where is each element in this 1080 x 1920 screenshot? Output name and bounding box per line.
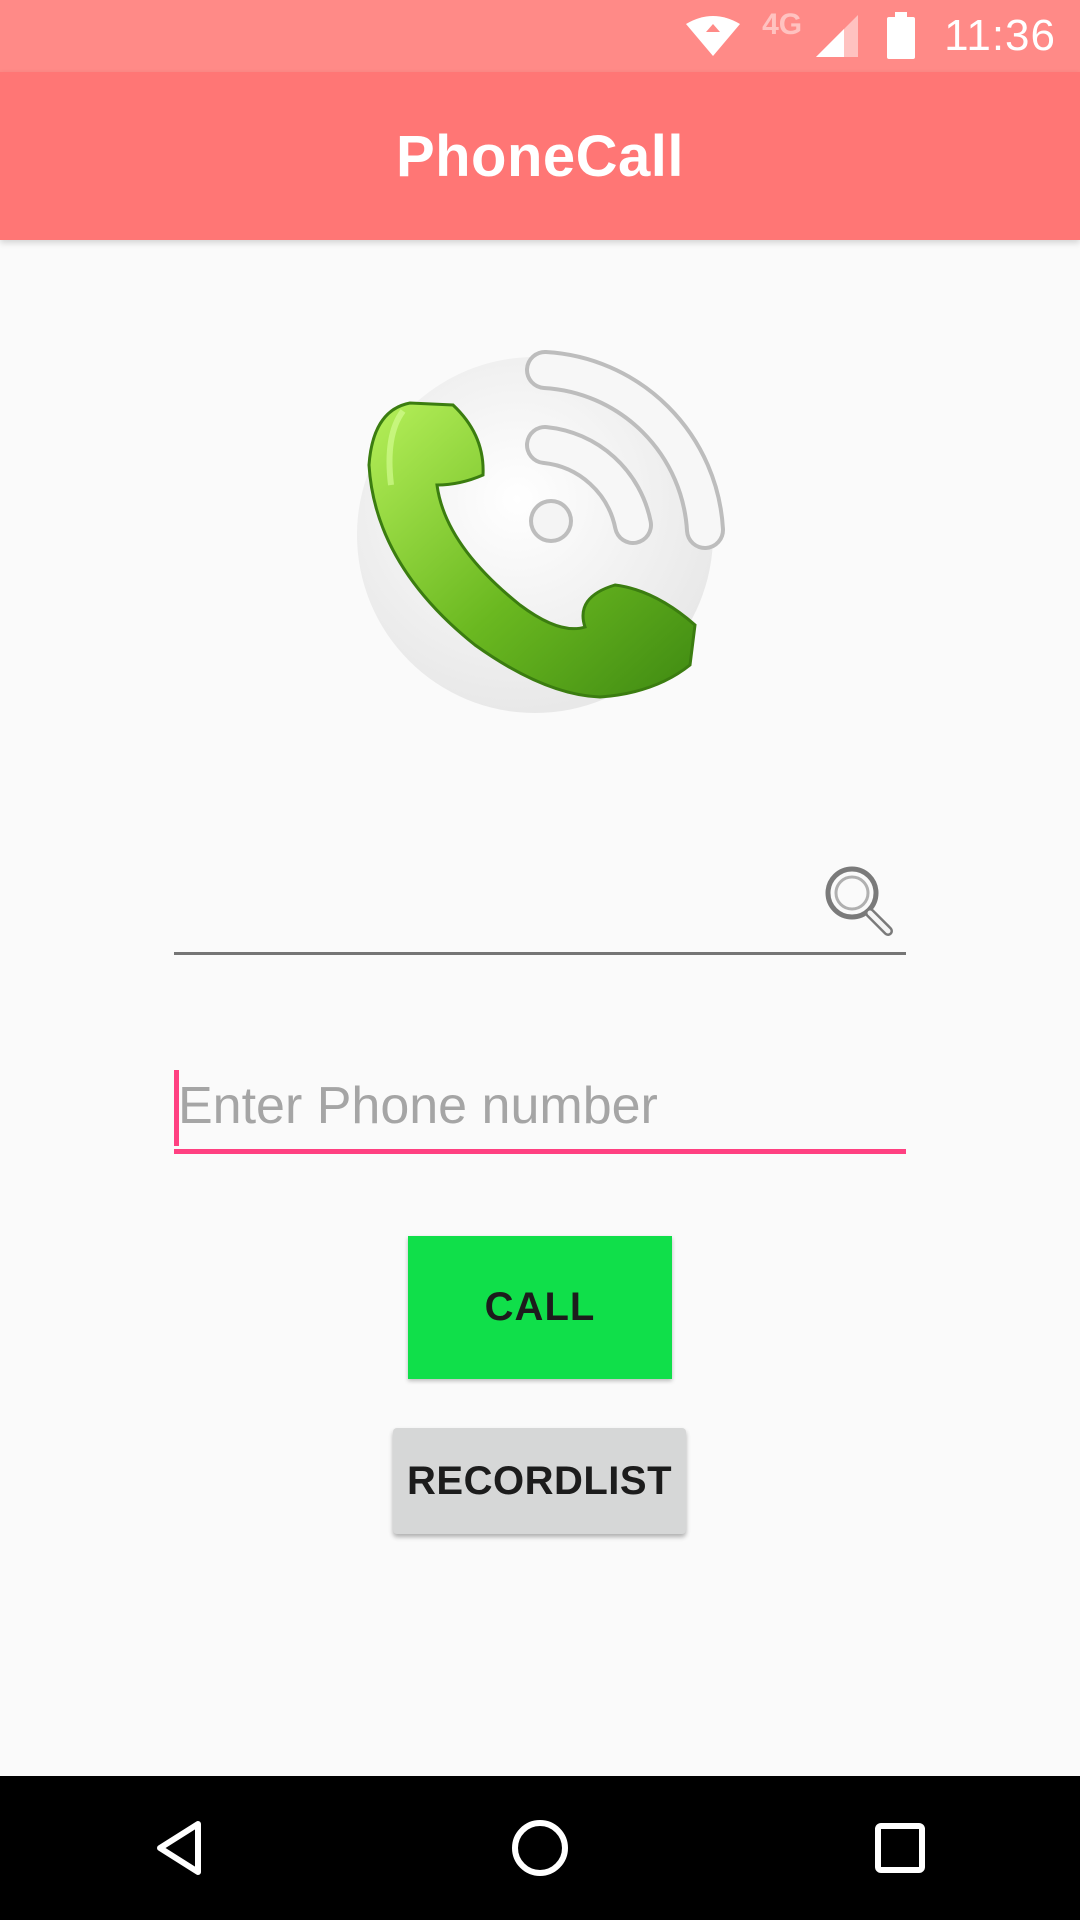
network-type-label: 4G bbox=[762, 8, 803, 41]
status-time: 11:36 bbox=[944, 11, 1056, 60]
back-icon[interactable] bbox=[120, 1788, 240, 1908]
search-icon[interactable] bbox=[822, 863, 896, 939]
phone-number-input[interactable] bbox=[178, 1062, 902, 1149]
app-title: PhoneCall bbox=[395, 123, 685, 189]
battery-icon bbox=[886, 12, 916, 60]
recents-icon[interactable] bbox=[840, 1788, 960, 1908]
wifi-icon bbox=[684, 14, 742, 58]
search-field[interactable] bbox=[174, 845, 906, 955]
recordlist-button[interactable]: RECORDLIST bbox=[393, 1428, 686, 1534]
home-icon[interactable] bbox=[480, 1788, 600, 1908]
call-button[interactable]: CALL bbox=[408, 1236, 672, 1379]
app-bar: PhoneCall bbox=[0, 72, 1080, 240]
phone-handset-wave-icon bbox=[355, 335, 735, 730]
status-bar: 4G 11:36 bbox=[0, 0, 1080, 72]
phone-number-field[interactable] bbox=[174, 1062, 906, 1154]
cell-signal-icon bbox=[814, 13, 860, 59]
navigation-bar bbox=[0, 1776, 1080, 1920]
